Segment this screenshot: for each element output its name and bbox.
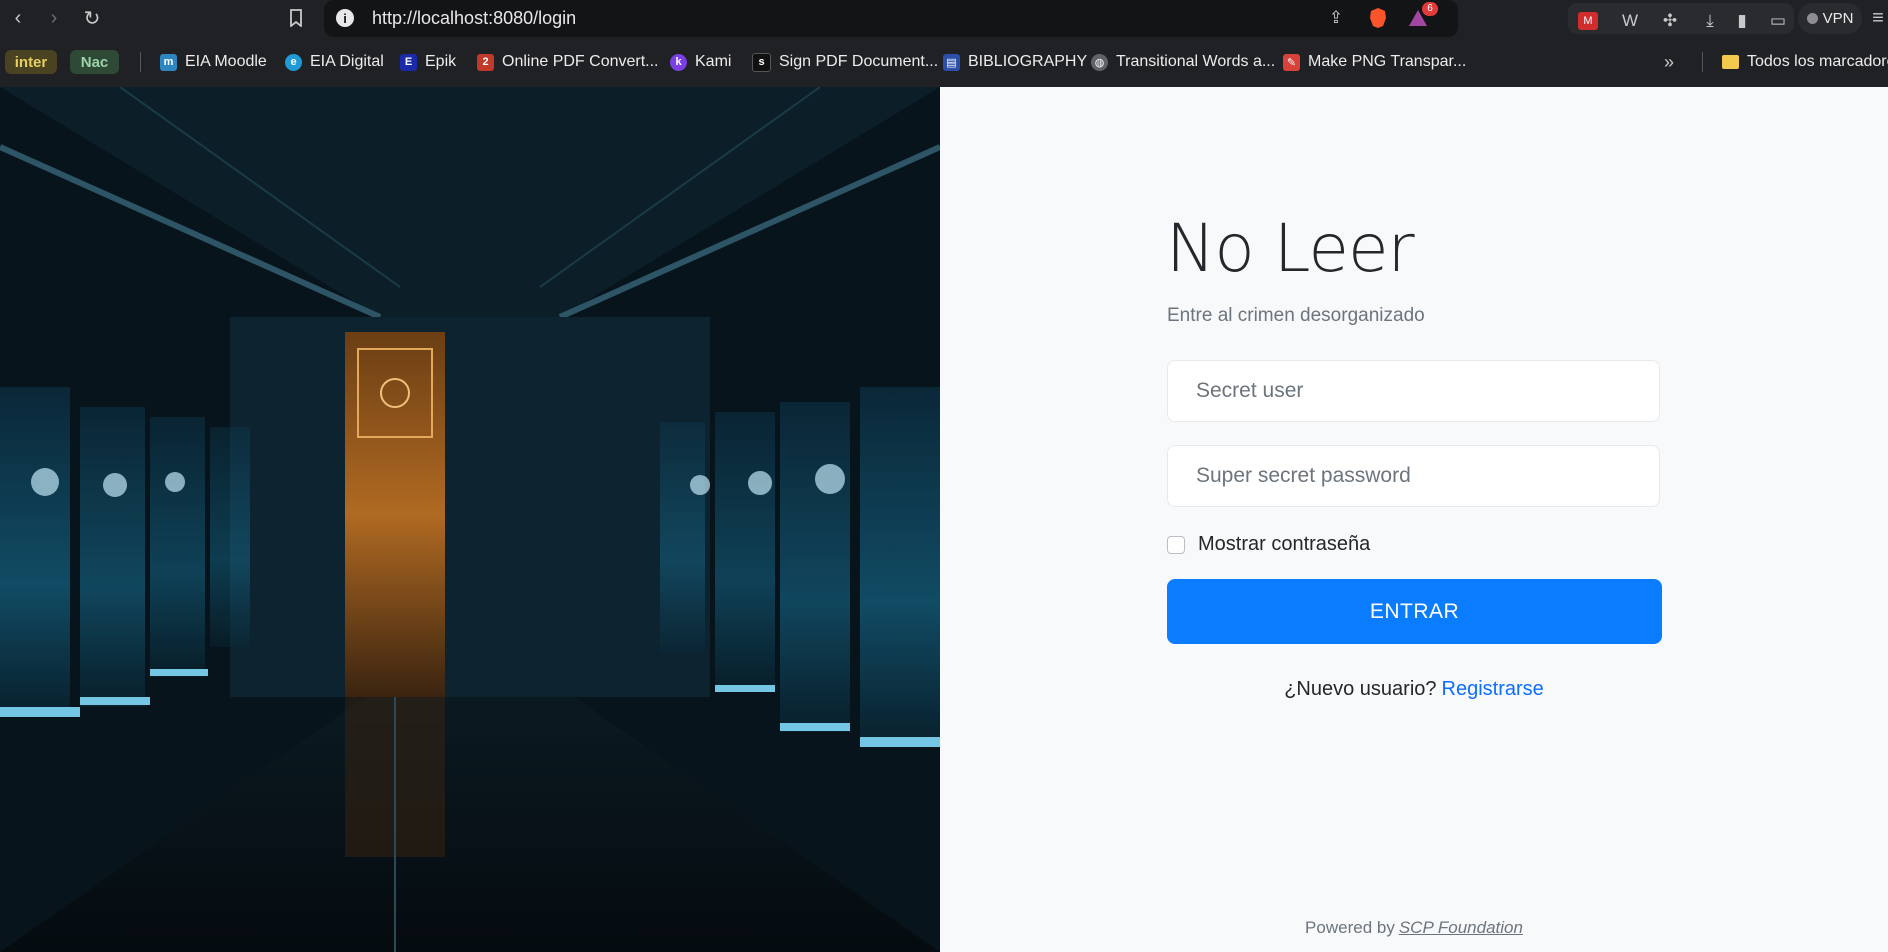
menu-icon[interactable]: ≡: [1864, 4, 1888, 32]
bookmark-png-transparent[interactable]: ✎ Make PNG Transpar...: [1283, 49, 1466, 75]
bookmark-label: Epik: [425, 53, 457, 70]
url-text[interactable]: http://localhost:8080/login: [372, 8, 576, 29]
bookmark-label: BIBLIOGRAPHY: [968, 53, 1088, 70]
login-panel: No Leer Entre al crimen desorganizado Mo…: [940, 87, 1888, 952]
reload-icon[interactable]: ↻: [78, 4, 106, 32]
bookmark-label: Make PNG Transpar...: [1308, 53, 1467, 70]
bookmark-eia-digital[interactable]: e EIA Digital: [285, 49, 384, 75]
sign-pdf-icon: s: [752, 52, 771, 72]
bookmark-epik[interactable]: E Epik: [400, 49, 456, 75]
wallet-icon[interactable]: ▭: [1766, 9, 1790, 33]
museum-gallery-illustration: [0, 87, 940, 952]
extensions-group: M W ✣ ⤓ ▮ ▭: [1568, 3, 1794, 34]
powered-by-footer: Powered by SCP Foundation: [940, 918, 1888, 938]
bookmark-label: Online PDF Convert...: [502, 53, 659, 70]
bibliography-icon: ▤: [943, 53, 960, 71]
register-prompt: ¿Nuevo usuario?: [1284, 678, 1437, 700]
wps-icon[interactable]: W: [1618, 9, 1642, 33]
page-title: No Leer: [1166, 210, 1415, 287]
register-row: ¿Nuevo usuario? Registrarse: [940, 678, 1888, 701]
vpn-status-icon: [1806, 13, 1818, 24]
bookmark-label: EIA Moodle: [185, 53, 267, 70]
kami-icon: k: [670, 53, 687, 71]
bookmark-bibliography[interactable]: ▤ BIBLIOGRAPHY: [943, 49, 1087, 75]
pdf-convert-icon: 2: [477, 53, 494, 71]
vpn-label: VPN: [1822, 10, 1854, 27]
share-icon[interactable]: ⇪: [1324, 6, 1348, 30]
bookmarks-bar: inter Nac m EIA Moodle e EIA Digital E E…: [0, 37, 1888, 87]
more-bookmarks-icon[interactable]: »: [1664, 49, 1674, 75]
brave-shields-icon[interactable]: [1366, 6, 1390, 30]
epik-icon: E: [400, 53, 417, 71]
bookmark-label: Kami: [695, 53, 732, 70]
register-link[interactable]: Registrarse: [1442, 678, 1544, 700]
folder-icon: [1722, 55, 1739, 69]
bookmark-label: Todos los marcadores: [1747, 53, 1888, 70]
bookmark-eia-moodle[interactable]: m EIA Moodle: [160, 49, 267, 75]
bookmark-sign-pdf[interactable]: s Sign PDF Document...: [752, 49, 938, 75]
page-subtitle: Entre al crimen desorganizado: [1167, 305, 1425, 326]
scp-foundation-link[interactable]: SCP Foundation: [1399, 918, 1523, 937]
mendeley-icon[interactable]: M: [1576, 9, 1600, 33]
bookmark-label: EIA Digital: [310, 53, 384, 70]
bookmark-separator: [1702, 52, 1703, 72]
address-bar[interactable]: i http://localhost:8080/login ⇪: [324, 0, 1458, 37]
show-password-checkbox[interactable]: [1167, 535, 1185, 554]
bookmark-folder-all[interactable]: Todos los marcadores: [1722, 49, 1888, 75]
username-input[interactable]: [1167, 360, 1660, 422]
show-password-row: Mostrar contraseña: [1167, 533, 1370, 556]
png-tool-icon: ✎: [1283, 53, 1300, 71]
bookmark-kami[interactable]: k Kami: [670, 49, 731, 75]
moodle-icon: m: [160, 53, 177, 71]
bookmark-separator: [140, 52, 141, 72]
vpn-button[interactable]: VPN: [1798, 3, 1862, 34]
bookmark-label: Transitional Words a...: [1116, 53, 1276, 70]
puzzle-icon[interactable]: ✣: [1658, 9, 1682, 33]
notification-badge: 6: [1422, 2, 1438, 16]
bookmark-label: Sign PDF Document...: [779, 53, 939, 70]
password-input[interactable]: [1167, 445, 1660, 507]
globe-icon: ◍: [1091, 53, 1108, 71]
browser-toolbar: ‹ › ↻ i http://localhost:8080/login ⇪ 6 …: [0, 0, 1888, 37]
login-button[interactable]: ENTRAR: [1167, 579, 1662, 644]
bookmark-tag-nac[interactable]: Nac: [70, 50, 119, 74]
back-icon[interactable]: ‹: [4, 4, 32, 32]
bookmark-transitional-words[interactable]: ◍ Transitional Words a...: [1091, 49, 1275, 75]
show-password-label[interactable]: Mostrar contraseña: [1198, 533, 1370, 556]
sidebar-icon[interactable]: ▮: [1730, 9, 1754, 33]
forward-icon[interactable]: ›: [40, 4, 68, 32]
bookmark-page-icon[interactable]: [282, 4, 310, 32]
powered-by-text: Powered by: [1305, 918, 1395, 937]
hero-image: [0, 87, 940, 952]
bookmark-tag-inter[interactable]: inter: [5, 50, 57, 74]
eia-digital-icon: e: [285, 53, 302, 71]
bookmark-pdf-convert[interactable]: 2 Online PDF Convert...: [477, 49, 659, 75]
download-icon[interactable]: ⤓: [1698, 9, 1722, 33]
site-info-icon[interactable]: i: [336, 9, 354, 27]
